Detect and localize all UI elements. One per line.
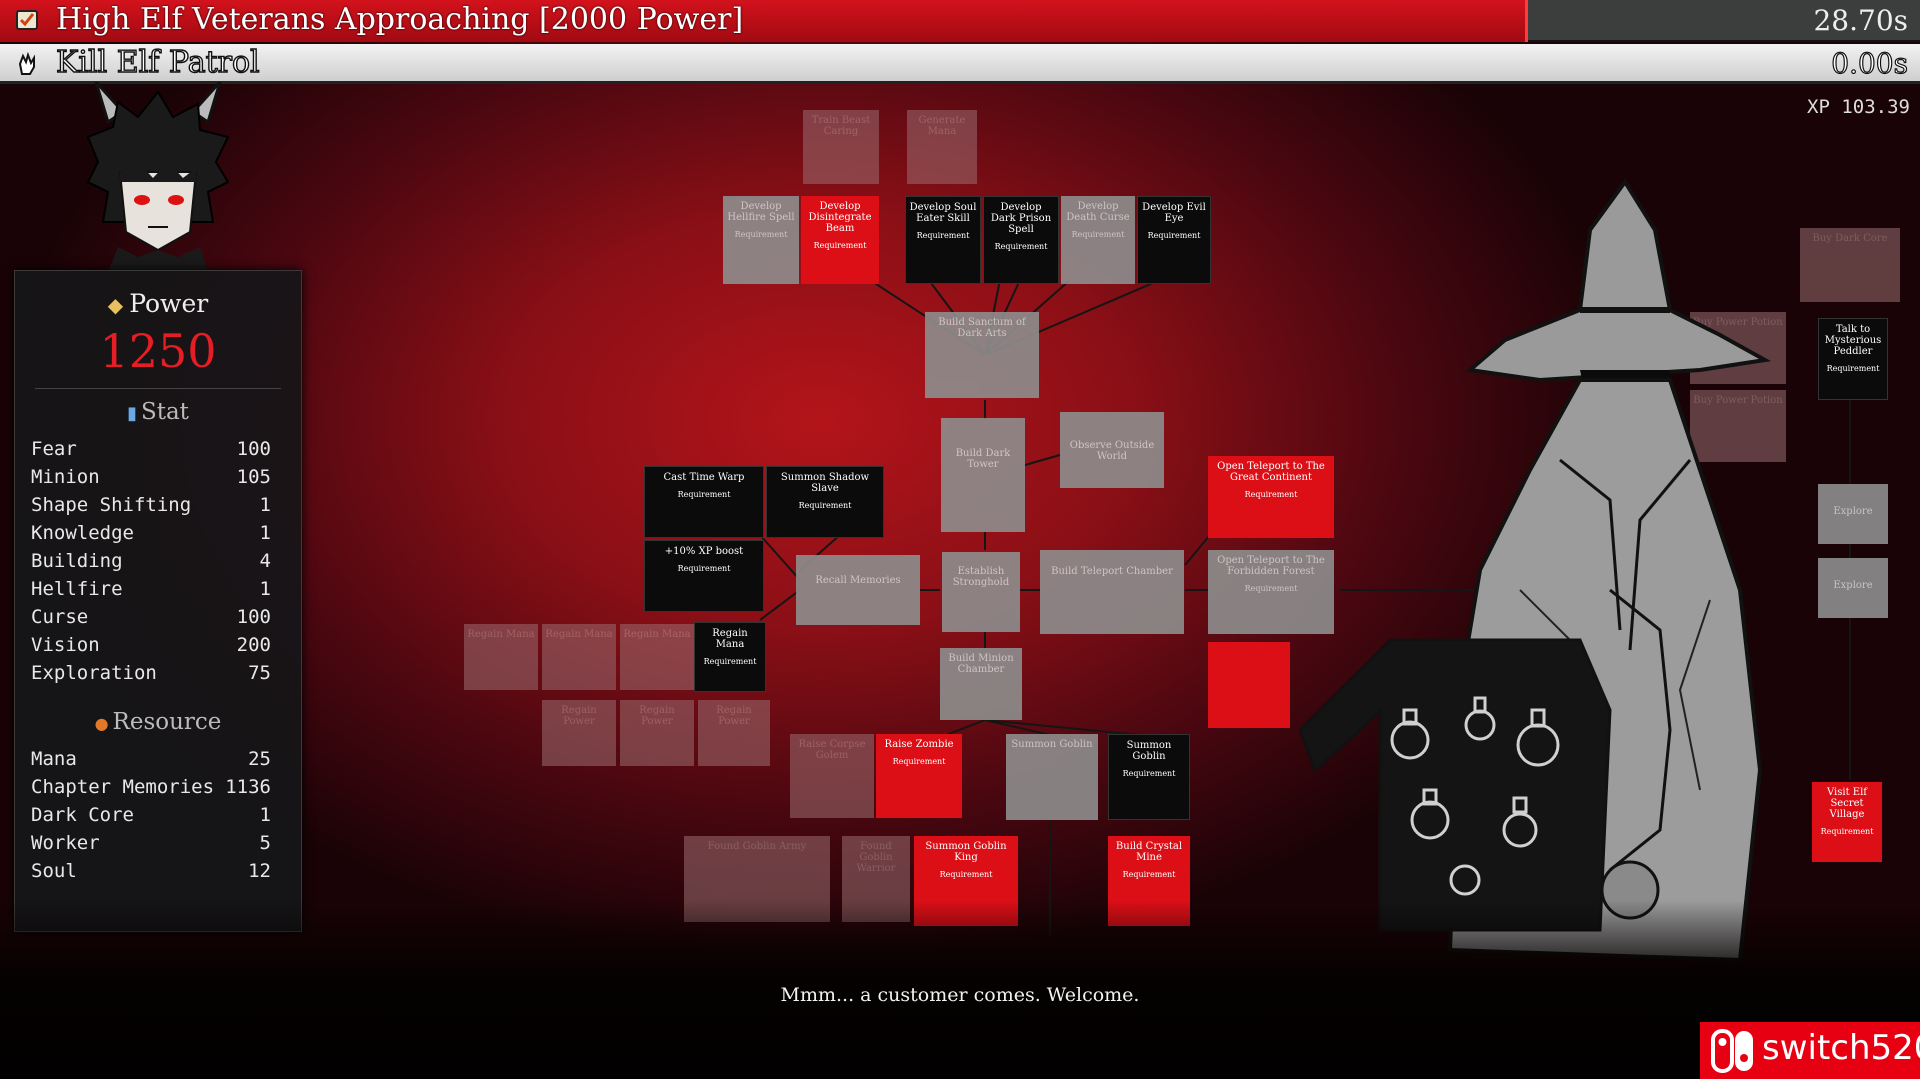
- node-summon-goblin-gray[interactable]: Summon Goblin: [1006, 734, 1098, 820]
- resource-row: Worker 5: [31, 832, 271, 854]
- node-teleport-chamber[interactable]: Build Teleport Chamber: [1040, 550, 1184, 634]
- node-raise-zombie[interactable]: Raise Zombie Requirement: [876, 734, 962, 818]
- stat-row: Curse 100: [31, 606, 271, 628]
- stat-row: Exploration 75: [31, 662, 271, 684]
- divider: [35, 388, 281, 389]
- node-summon-goblin[interactable]: Summon Goblin Requirement: [1108, 734, 1190, 820]
- node-regain-power-3[interactable]: Regain Power: [698, 700, 770, 766]
- node-soul-eater[interactable]: Develop Soul Eater Skill Requirement: [905, 196, 981, 284]
- quest-bar-primary: High Elf Veterans Approaching [2000 Powe…: [0, 0, 1920, 42]
- player-avatar: [86, 82, 230, 272]
- node-death-curse[interactable]: Develop Death Curse Requirement: [1061, 196, 1135, 284]
- node-hellfire-spell[interactable]: Develop Hellfire Spell Requirement: [723, 196, 799, 284]
- stat-row: Minion 105: [31, 466, 271, 488]
- flame-icon: ●: [94, 714, 109, 733]
- stat-row: Building 4: [31, 550, 271, 572]
- resource-row: Mana 25: [31, 748, 271, 770]
- action-timer: 0.00s: [1831, 46, 1909, 80]
- quest-timer: 28.70s: [1813, 4, 1908, 37]
- node-regain-mana-1[interactable]: Regain Mana: [464, 624, 538, 690]
- flame-hand-icon: [18, 52, 35, 75]
- node-regain-power-2[interactable]: Regain Power: [620, 700, 694, 766]
- power-value: 1250: [99, 324, 217, 378]
- resource-row: Soul 12: [31, 860, 271, 882]
- dialogue-caption: Mmm... a customer comes. Welcome.: [780, 984, 1140, 1006]
- node-regain-power-1[interactable]: Regain Power: [542, 700, 616, 766]
- power-diamond-icon: ◆: [107, 293, 124, 317]
- node-disintegrate-beam[interactable]: Develop Disintegrate Beam Requirement: [801, 196, 879, 284]
- quest-scroll-icon: [16, 10, 38, 30]
- node-regain-mana-3[interactable]: Regain Mana: [620, 624, 694, 690]
- node-minion-chamber[interactable]: Build Minion Chamber: [940, 648, 1022, 720]
- stats-panel: ◆ Power 1250 ▮ Stat Fear 100 Minion 105 Shap…: [14, 270, 302, 932]
- resource-list: Mana 25 Chapter Memories 1136 Dark Core 1 W…: [15, 745, 301, 885]
- resource-row: Chapter Memories 1136: [31, 776, 271, 798]
- peddler-character: [1298, 178, 1772, 963]
- node-explore-2[interactable]: Explore: [1818, 558, 1888, 618]
- stat-list: Fear 100 Minion 105 Shape Shifting 1 Knowle…: [15, 435, 301, 687]
- node-recall-memories[interactable]: Recall Memories: [796, 555, 920, 625]
- node-regain-mana-2[interactable]: Regain Mana: [542, 624, 616, 690]
- node-raise-corpse[interactable]: Raise Corpse Golem: [790, 734, 874, 818]
- resource-header: ● Resource: [94, 709, 222, 735]
- node-xp-boost[interactable]: +10% XP boost Requirement: [644, 540, 764, 612]
- node-stronghold[interactable]: Establish Stronghold: [942, 552, 1020, 632]
- quest-title: High Elf Veterans Approaching [2000 Powe…: [56, 2, 744, 37]
- node-observe-world[interactable]: Observe Outside World: [1060, 412, 1164, 488]
- stat-row: Knowledge 1: [31, 522, 271, 544]
- watermark-logo: switch520: [1700, 1022, 1920, 1079]
- node-teleport-partial[interactable]: [1208, 642, 1290, 728]
- node-talk-peddler[interactable]: Talk to Mysterious Peddler Requirement: [1818, 318, 1888, 400]
- stat-row: Vision 200: [31, 634, 271, 656]
- node-generate-mana[interactable]: Generate Mana: [907, 110, 977, 184]
- node-sanctum[interactable]: Build Sanctum of Dark Arts: [925, 312, 1039, 398]
- node-regain-mana-active[interactable]: Regain Mana Requirement: [694, 622, 766, 692]
- node-explore-1[interactable]: Explore: [1818, 484, 1888, 544]
- node-dark-prison[interactable]: Develop Dark Prison Spell Requirement: [983, 196, 1059, 284]
- stat-header: ▮ Stat: [127, 399, 189, 425]
- quest-bar-action: Kill Elf Patrol 0.00s: [0, 44, 1920, 84]
- node-time-warp[interactable]: Cast Time Warp Requirement: [644, 466, 764, 538]
- stat-row: Hellfire 1: [31, 578, 271, 600]
- node-evil-eye[interactable]: Develop Evil Eye Requirement: [1137, 196, 1211, 284]
- node-train-beast[interactable]: Train Beast Caring: [803, 110, 879, 184]
- stat-row: Shape Shifting 1: [31, 494, 271, 516]
- switch-logo-icon: [1711, 1029, 1753, 1073]
- stat-row: Fear 100: [31, 438, 271, 460]
- bar-chart-icon: ▮: [127, 403, 137, 424]
- node-dark-tower[interactable]: Build Dark Tower: [941, 418, 1025, 532]
- node-buy-dark-core[interactable]: Buy Dark Core: [1800, 228, 1900, 302]
- power-header: ◆ Power: [107, 289, 209, 318]
- node-shadow-slave[interactable]: Summon Shadow Slave Requirement: [766, 466, 884, 538]
- action-title: Kill Elf Patrol: [55, 44, 260, 80]
- resource-row: Dark Core 1: [31, 804, 271, 826]
- node-visit-elf-village[interactable]: Visit Elf Secret Village Requirement: [1812, 782, 1882, 862]
- xp-readout: XP 103.39: [1807, 96, 1910, 118]
